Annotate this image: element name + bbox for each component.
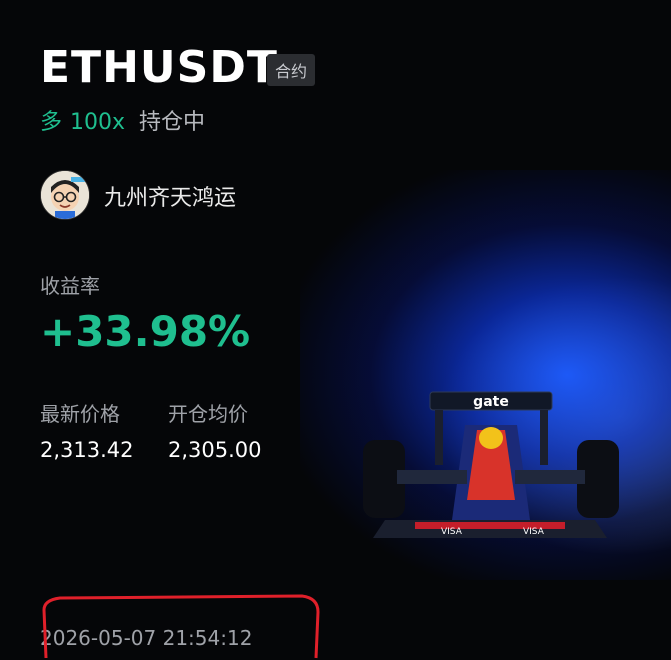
position-status: 持仓中 xyxy=(139,110,206,135)
yield-value: +33.98% xyxy=(40,307,251,356)
yield-label: 收益率 xyxy=(40,274,100,298)
entry-price-value: 2,305.00 xyxy=(168,438,262,462)
svg-text:VISA: VISA xyxy=(523,527,545,537)
svg-text:gate: gate xyxy=(473,394,509,410)
leverage-value: 100x xyxy=(70,110,126,135)
user-name: 九州齐天鸿运 xyxy=(104,186,237,211)
entry-price-label: 开仓均价 xyxy=(168,402,248,426)
svg-text:VISA: VISA xyxy=(441,527,463,537)
cartoon-avatar-icon xyxy=(41,171,89,219)
avatar[interactable] xyxy=(40,170,90,220)
latest-price-value: 2,313.42 xyxy=(40,438,134,462)
red-annotation-circle xyxy=(42,594,320,659)
race-car-icon: gate VISA VISA xyxy=(363,391,619,538)
contract-badge: 合约 xyxy=(267,54,316,86)
position-side: 多 xyxy=(40,110,63,135)
latest-price-label: 最新价格 xyxy=(40,402,120,426)
trading-pair-title: ETHUSDT xyxy=(40,42,278,93)
position-info: 多 100x 持仓中 xyxy=(40,104,205,136)
